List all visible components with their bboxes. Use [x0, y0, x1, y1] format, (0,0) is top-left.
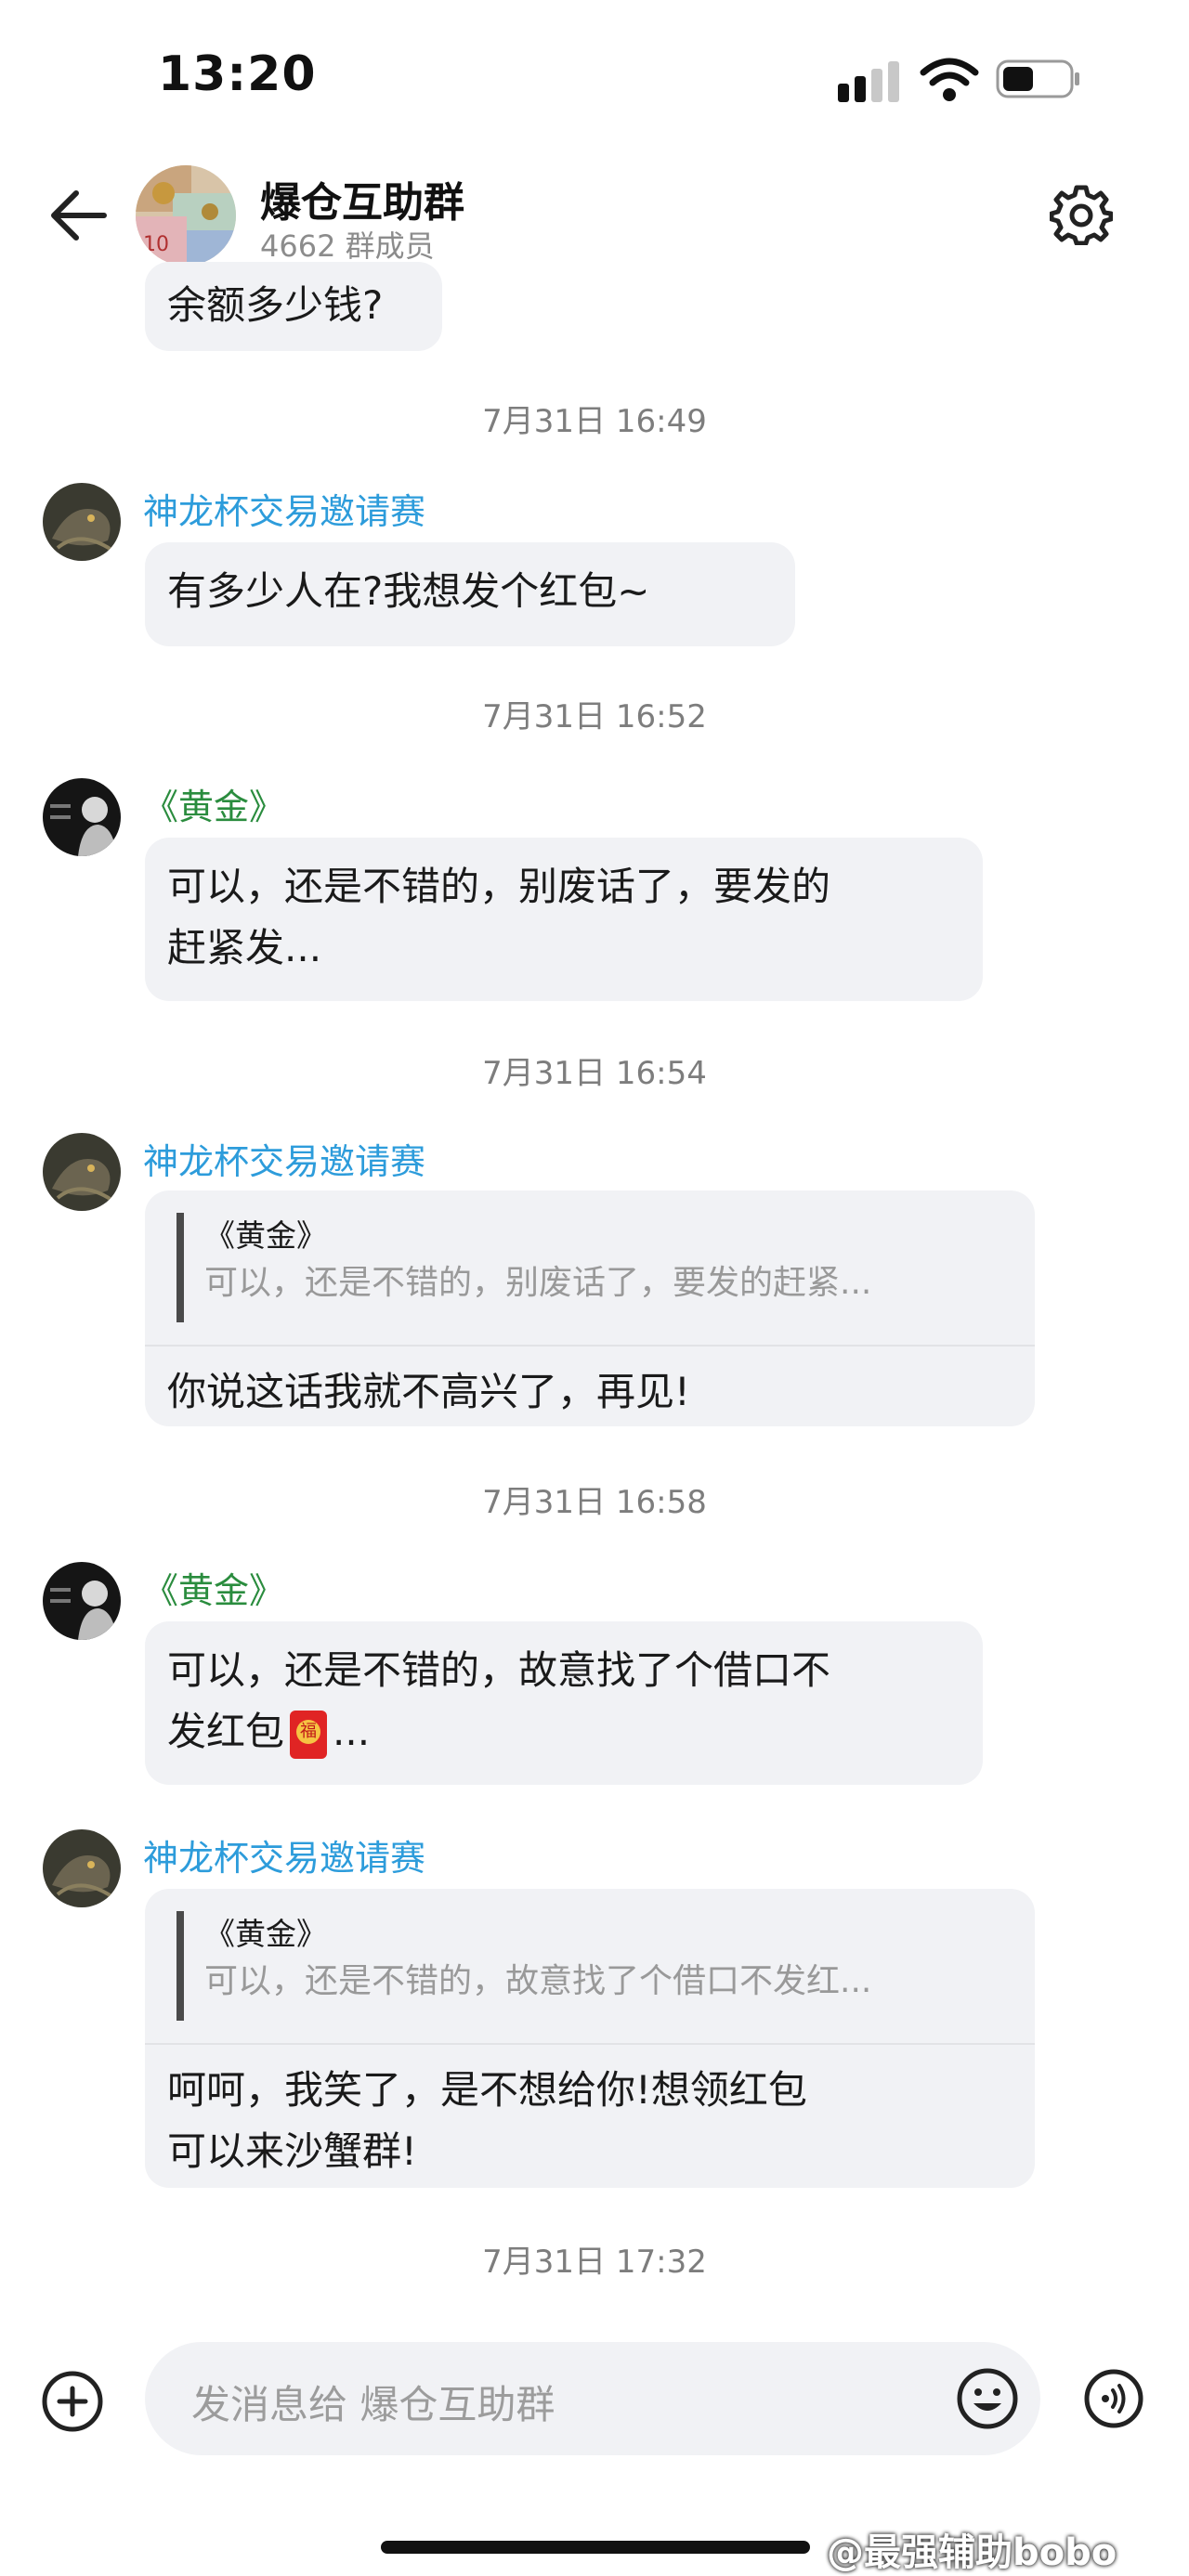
message-text: 有多少人在?我想发个红包~	[167, 568, 650, 614]
reply-text: 你说这话我就不高兴了，再见!	[167, 1369, 690, 1414]
message-text: ...	[333, 1709, 371, 1754]
message-bubble[interactable]: 可以，还是不错的，别废话了，要发的 赶紧发...	[145, 838, 983, 1001]
red-packet-emoji	[290, 1710, 328, 1759]
message-text-line: 赶紧发...	[167, 925, 322, 970]
sender-name[interactable]: 《黄金》	[143, 778, 284, 829]
signal-icon	[838, 61, 899, 102]
message-text-line: 发红包...	[167, 1701, 960, 1763]
message-bubble[interactable]: 有多少人在?我想发个红包~	[145, 542, 795, 646]
avatar-dragon[interactable]	[43, 483, 121, 561]
sender-name[interactable]: 神龙杯交易邀请赛	[143, 1829, 425, 1880]
quoted-message[interactable]: 《黄金》 可以，还是不错的，别废话了，要发的赶紧...	[176, 1213, 1035, 1322]
quoted-sender: 《黄金》	[204, 1217, 327, 1254]
timestamp: 7月31日 16:58	[482, 1484, 707, 1521]
message-text: 发红包	[167, 1709, 285, 1754]
timestamp: 7月31日 16:52	[482, 698, 707, 735]
back-arrow-icon[interactable]	[46, 186, 111, 245]
timestamp: 7月31日 16:54	[482, 1055, 707, 1092]
reply-bubble[interactable]: 《黄金》 可以，还是不错的，别废话了，要发的赶紧... 你说这话我就不高兴了，再…	[145, 1190, 1035, 1426]
avatar-gold[interactable]	[43, 778, 121, 856]
reply-bubble[interactable]: 《黄金》 可以，还是不错的，故意找了个借口不发红... 呵呵，我笑了，是不想给你…	[145, 1889, 1035, 2188]
group-title[interactable]: 爆仓互助群	[260, 169, 464, 228]
reply-text: 呵呵，我笑了，是不想给你!想领红包 可以来沙蟹群!	[145, 2045, 1035, 2203]
avatar-dragon[interactable]	[43, 1133, 121, 1211]
message-text-line: 可以，还是不错的，故意找了个借口不	[167, 1647, 831, 1693]
group-member-count: 4662 群成员	[260, 228, 435, 264]
timestamp: 7月31日 17:32	[482, 2244, 707, 2281]
quoted-sender: 《黄金》	[204, 1916, 327, 1952]
timestamp: 7月31日 16:49	[482, 403, 707, 440]
avatar-gold[interactable]	[43, 1562, 121, 1640]
emoji-icon[interactable]	[955, 2366, 1020, 2431]
settings-gear-icon[interactable]	[1050, 182, 1113, 245]
sender-name[interactable]: 神龙杯交易邀请赛	[143, 1133, 425, 1184]
message-text: 余额多少钱?	[167, 282, 384, 328]
status-time: 13:20	[158, 46, 317, 102]
message-bubble-partial: 余额多少钱?	[145, 262, 442, 351]
avatar-dragon[interactable]	[43, 1829, 121, 1907]
message-input-placeholder: 发消息给 爆仓互助群	[191, 2382, 555, 2427]
quoted-text: 可以，还是不错的，别废话了，要发的赶紧...	[204, 1264, 872, 1302]
message-text-line: 可以，还是不错的，别废话了，要发的	[167, 864, 831, 909]
sender-name[interactable]: 《黄金》	[143, 1562, 284, 1613]
home-indicator[interactable]	[381, 2541, 810, 2554]
wifi-icon	[920, 58, 979, 101]
quoted-message[interactable]: 《黄金》 可以，还是不错的，故意找了个借口不发红...	[176, 1911, 1035, 2021]
watermark: @最强辅助bobo	[827, 2531, 1117, 2574]
reply-text-line: 呵呵，我笑了，是不想给你!想领红包	[167, 2067, 807, 2113]
sender-name[interactable]: 神龙杯交易邀请赛	[143, 483, 425, 534]
quoted-text: 可以，还是不错的，故意找了个借口不发红...	[204, 1962, 872, 2000]
plus-icon[interactable]	[39, 2368, 106, 2435]
group-avatar[interactable]: 10	[136, 165, 236, 266]
svg-text:10: 10	[143, 233, 169, 256]
reply-text-line: 可以来沙蟹群!	[167, 2128, 417, 2174]
voice-icon[interactable]	[1083, 2368, 1144, 2429]
battery-icon	[996, 59, 1079, 98]
message-bubble[interactable]: 可以，还是不错的，故意找了个借口不 发红包...	[145, 1621, 983, 1785]
